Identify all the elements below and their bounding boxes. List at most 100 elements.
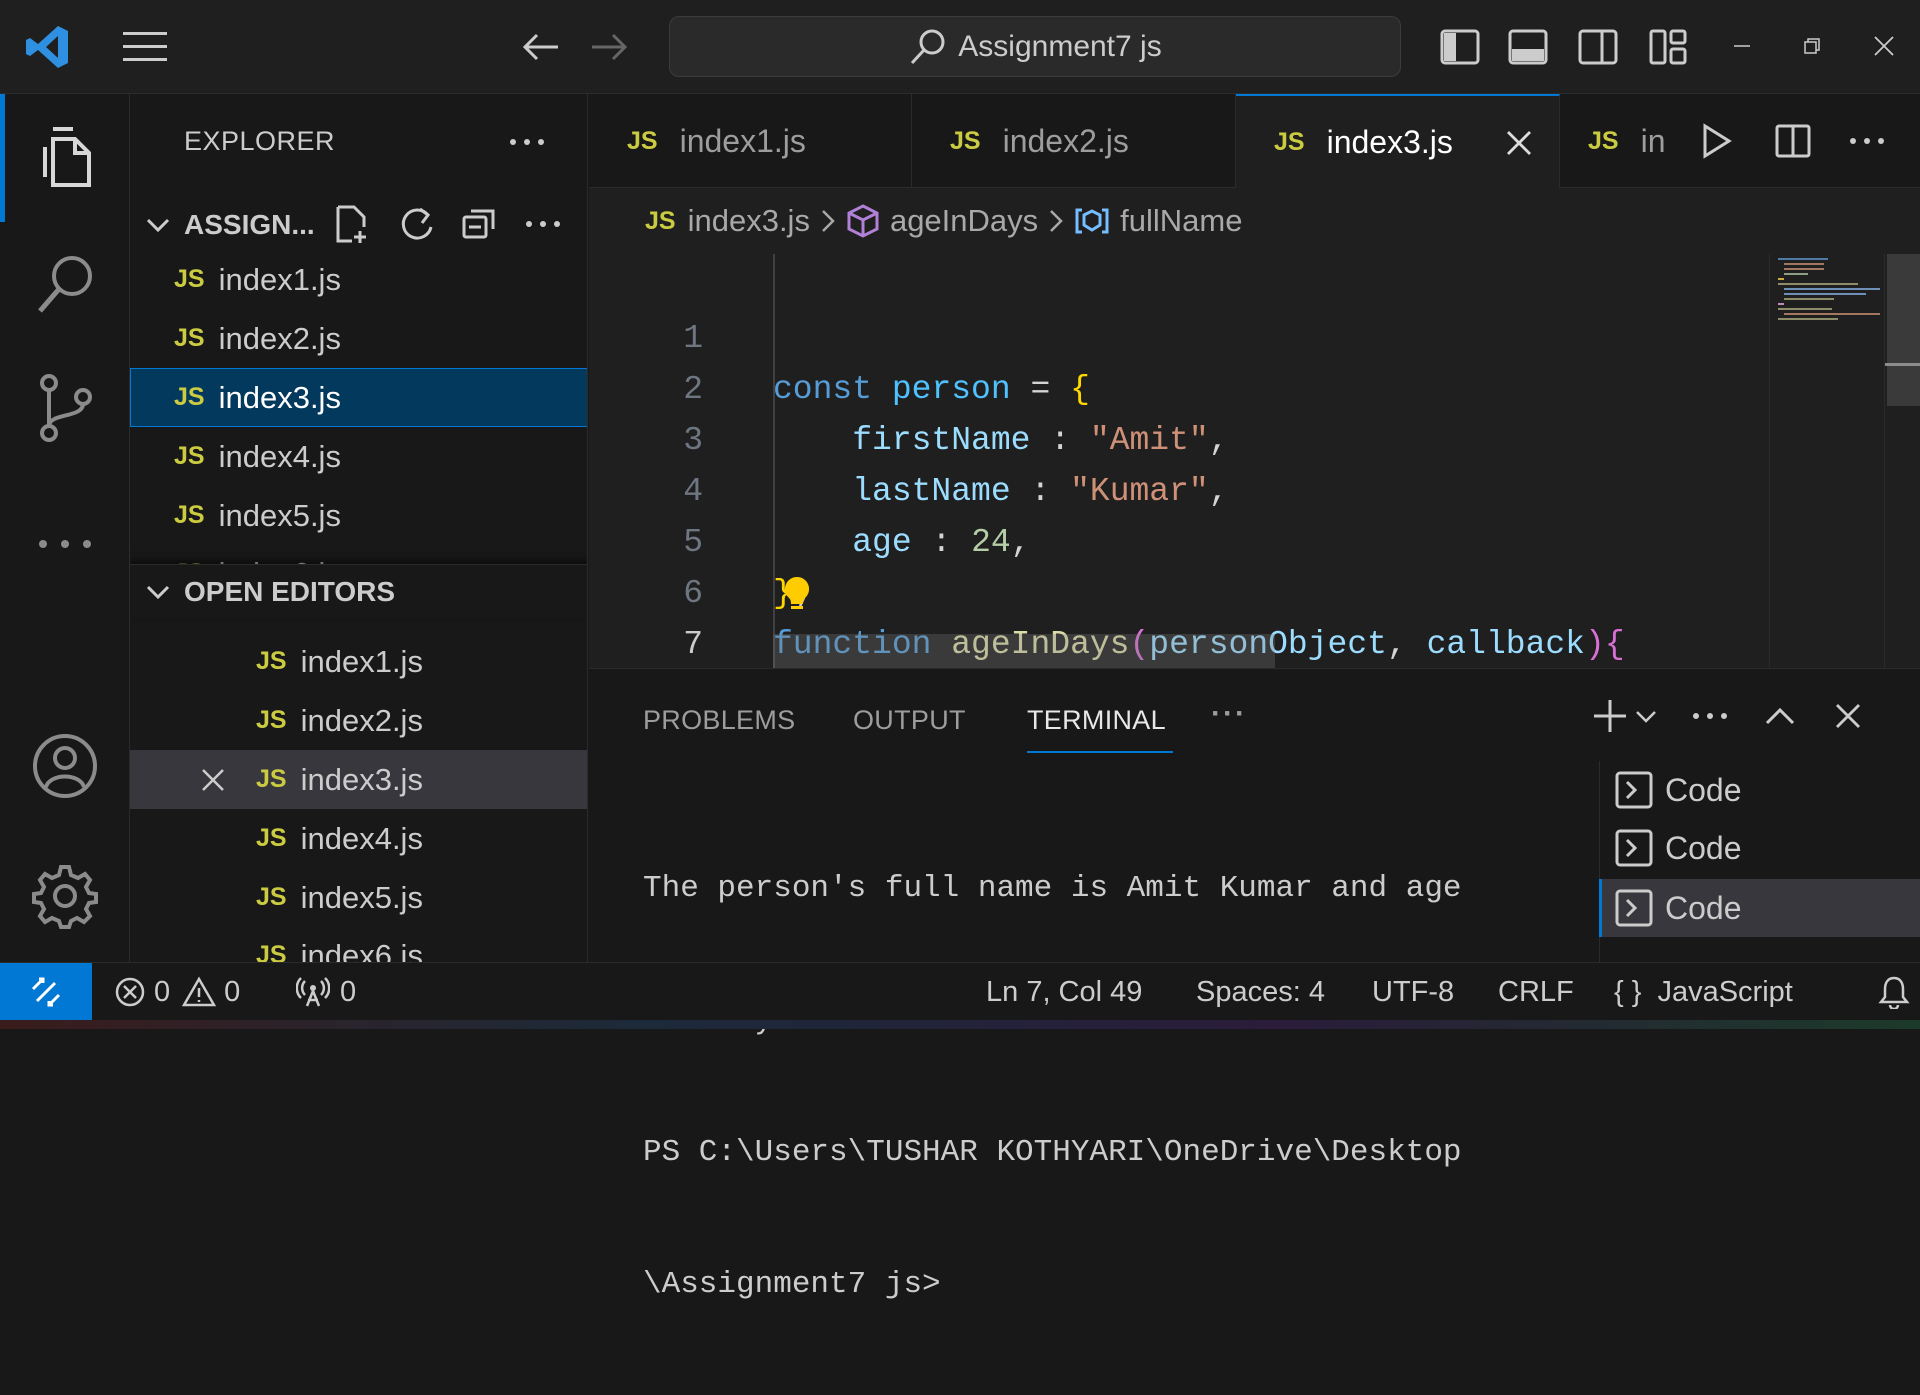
- open-editor-item[interactable]: JS index6.js: [130, 930, 587, 963]
- file-item[interactable]: JS index4.js: [130, 427, 587, 486]
- file-name: index2.js: [300, 702, 423, 738]
- cursor-position[interactable]: Ln 7, Col 49: [986, 963, 1142, 1021]
- variable-icon: [1074, 206, 1110, 236]
- tab-index2[interactable]: JS index2.js: [912, 94, 1236, 188]
- terminal-more-icon[interactable]: [1687, 695, 1733, 737]
- search-icon: [908, 27, 948, 67]
- toggle-primary-sidebar-icon[interactable]: [1436, 22, 1484, 72]
- chevron-down-icon: [144, 582, 172, 602]
- command-center-search[interactable]: Assignment7 js: [669, 16, 1401, 77]
- tab-output[interactable]: OUTPUT: [853, 705, 966, 736]
- tab-index4-partial[interactable]: JS in: [1560, 94, 1680, 188]
- maximize-panel-icon[interactable]: [1757, 695, 1803, 737]
- line-ending[interactable]: CRLF: [1498, 963, 1574, 1021]
- customize-layout-icon[interactable]: [1644, 22, 1692, 72]
- code-editor[interactable]: 1 const person = { 2 firstName : "Amit",…: [589, 254, 1920, 668]
- tab-label: index2.js: [1002, 122, 1129, 159]
- restore-icon[interactable]: [1792, 26, 1832, 66]
- file-item[interactable]: JS index6.js: [130, 548, 587, 565]
- code-line: 5 };: [589, 466, 1769, 612]
- explorer-sidebar: EXPLORER ASSIGN... JS index1.js JS index…: [130, 94, 588, 962]
- file-list-clip: JS index6.js: [130, 548, 587, 565]
- indentation[interactable]: Spaces: 4: [1196, 963, 1325, 1021]
- open-editor-item[interactable]: JS index1.js: [130, 632, 587, 691]
- folder-more-icon[interactable]: [518, 198, 568, 250]
- close-panel-icon[interactable]: [1825, 695, 1871, 737]
- file-name: index5.js: [300, 879, 423, 915]
- terminal-instance[interactable]: Code: [1599, 819, 1920, 877]
- open-editors-title: OPEN EDITORS: [184, 575, 396, 607]
- breadcrumb-file[interactable]: index3.js: [688, 203, 810, 239]
- split-editor-icon[interactable]: [1769, 116, 1817, 166]
- chevron-down-icon: [144, 215, 172, 235]
- search-icon[interactable]: [0, 224, 130, 344]
- refresh-icon[interactable]: [394, 198, 440, 250]
- ports-indicator[interactable]: 0: [296, 963, 356, 1021]
- encoding[interactable]: UTF-8: [1372, 963, 1454, 1021]
- js-file-icon: JS: [256, 765, 287, 793]
- file-name: index5.js: [218, 497, 341, 533]
- editor-more-icon[interactable]: [1839, 116, 1895, 166]
- source-control-icon[interactable]: [0, 348, 130, 468]
- js-file-icon: JS: [174, 324, 205, 352]
- terminal-instance[interactable]: Code: [1599, 761, 1920, 819]
- panel-more-icon[interactable]: ···: [1211, 697, 1247, 731]
- close-tab-icon[interactable]: [1505, 129, 1533, 157]
- open-editors-header[interactable]: OPEN EDITORS: [130, 564, 587, 618]
- back-arrow-icon[interactable]: [518, 24, 564, 70]
- more-icon[interactable]: [0, 484, 130, 604]
- file-name: index1.js: [300, 643, 423, 679]
- open-editor-item[interactable]: JS index5.js: [130, 868, 587, 927]
- breadcrumb-function[interactable]: ageInDays: [890, 203, 1038, 239]
- chevron-right-icon: [820, 208, 836, 234]
- breadcrumb-variable[interactable]: fullName: [1120, 203, 1242, 239]
- close-icon[interactable]: [1864, 26, 1904, 66]
- run-icon[interactable]: [1693, 116, 1741, 166]
- explorer-more-icon[interactable]: [502, 122, 552, 162]
- horizontal-scrollbar[interactable]: [773, 634, 1275, 668]
- forward-arrow-icon[interactable]: [586, 24, 632, 70]
- file-item[interactable]: JS index5.js: [130, 486, 587, 545]
- language-mode[interactable]: { } JavaScript: [1614, 963, 1793, 1021]
- problems-indicator[interactable]: 0 0: [114, 963, 240, 1021]
- lightbulb-icon[interactable]: [777, 574, 817, 614]
- remote-indicator[interactable]: [0, 963, 92, 1021]
- open-editor-item[interactable]: JS index2.js: [130, 691, 587, 750]
- language-label: JavaScript: [1657, 975, 1793, 1008]
- new-terminal-icon[interactable]: [1589, 695, 1631, 737]
- notifications-bell-icon[interactable]: [1878, 963, 1910, 1021]
- tab-problems[interactable]: PROBLEMS: [643, 705, 795, 736]
- tab-terminal-active[interactable]: TERMINAL: [1027, 705, 1166, 736]
- new-file-icon[interactable]: [330, 198, 376, 250]
- terminal-icon: [1615, 771, 1653, 809]
- js-file-icon: JS: [645, 206, 676, 235]
- file-item-selected[interactable]: JS index3.js: [130, 368, 587, 427]
- collapse-all-icon[interactable]: [456, 198, 502, 250]
- open-editor-item[interactable]: JS index4.js: [130, 809, 587, 868]
- file-item[interactable]: JS index2.js: [130, 309, 587, 368]
- vertical-scrollbar[interactable]: [1884, 254, 1920, 668]
- tab-label: in: [1640, 122, 1666, 159]
- tab-index1[interactable]: JS index1.js: [589, 94, 912, 188]
- warning-icon: [182, 976, 217, 1008]
- toggle-secondary-sidebar-icon[interactable]: [1574, 22, 1622, 72]
- status-bar: 0 0 0 Ln 7, Col 49 Spaces: 4 UTF-8 CRLF …: [0, 962, 1920, 1021]
- code-line: 3 lastName : "Kumar",: [589, 364, 1769, 510]
- minimize-icon[interactable]: [1722, 26, 1762, 66]
- close-editor-icon[interactable]: [200, 767, 256, 793]
- terminal-output[interactable]: The person's full name is Amit Kumar and…: [643, 779, 1653, 1395]
- open-editor-item-active[interactable]: JS index3.js: [130, 750, 587, 809]
- accounts-icon[interactable]: [0, 706, 130, 826]
- menu-icon[interactable]: [120, 22, 170, 72]
- file-name: index2.js: [218, 320, 341, 356]
- minimap[interactable]: [1769, 254, 1884, 668]
- tab-index3-active[interactable]: JS index3.js: [1236, 94, 1560, 189]
- chevron-down-icon[interactable]: [1631, 699, 1661, 735]
- terminal-instance-active[interactable]: Code: [1599, 879, 1920, 937]
- explorer-icon[interactable]: [0, 98, 130, 218]
- file-item[interactable]: JS index1.js: [130, 250, 587, 309]
- braces-icon: { }: [1614, 975, 1642, 1008]
- toggle-panel-icon[interactable]: [1504, 22, 1552, 72]
- settings-gear-icon[interactable]: [0, 836, 130, 956]
- file-name: index1.js: [218, 261, 341, 297]
